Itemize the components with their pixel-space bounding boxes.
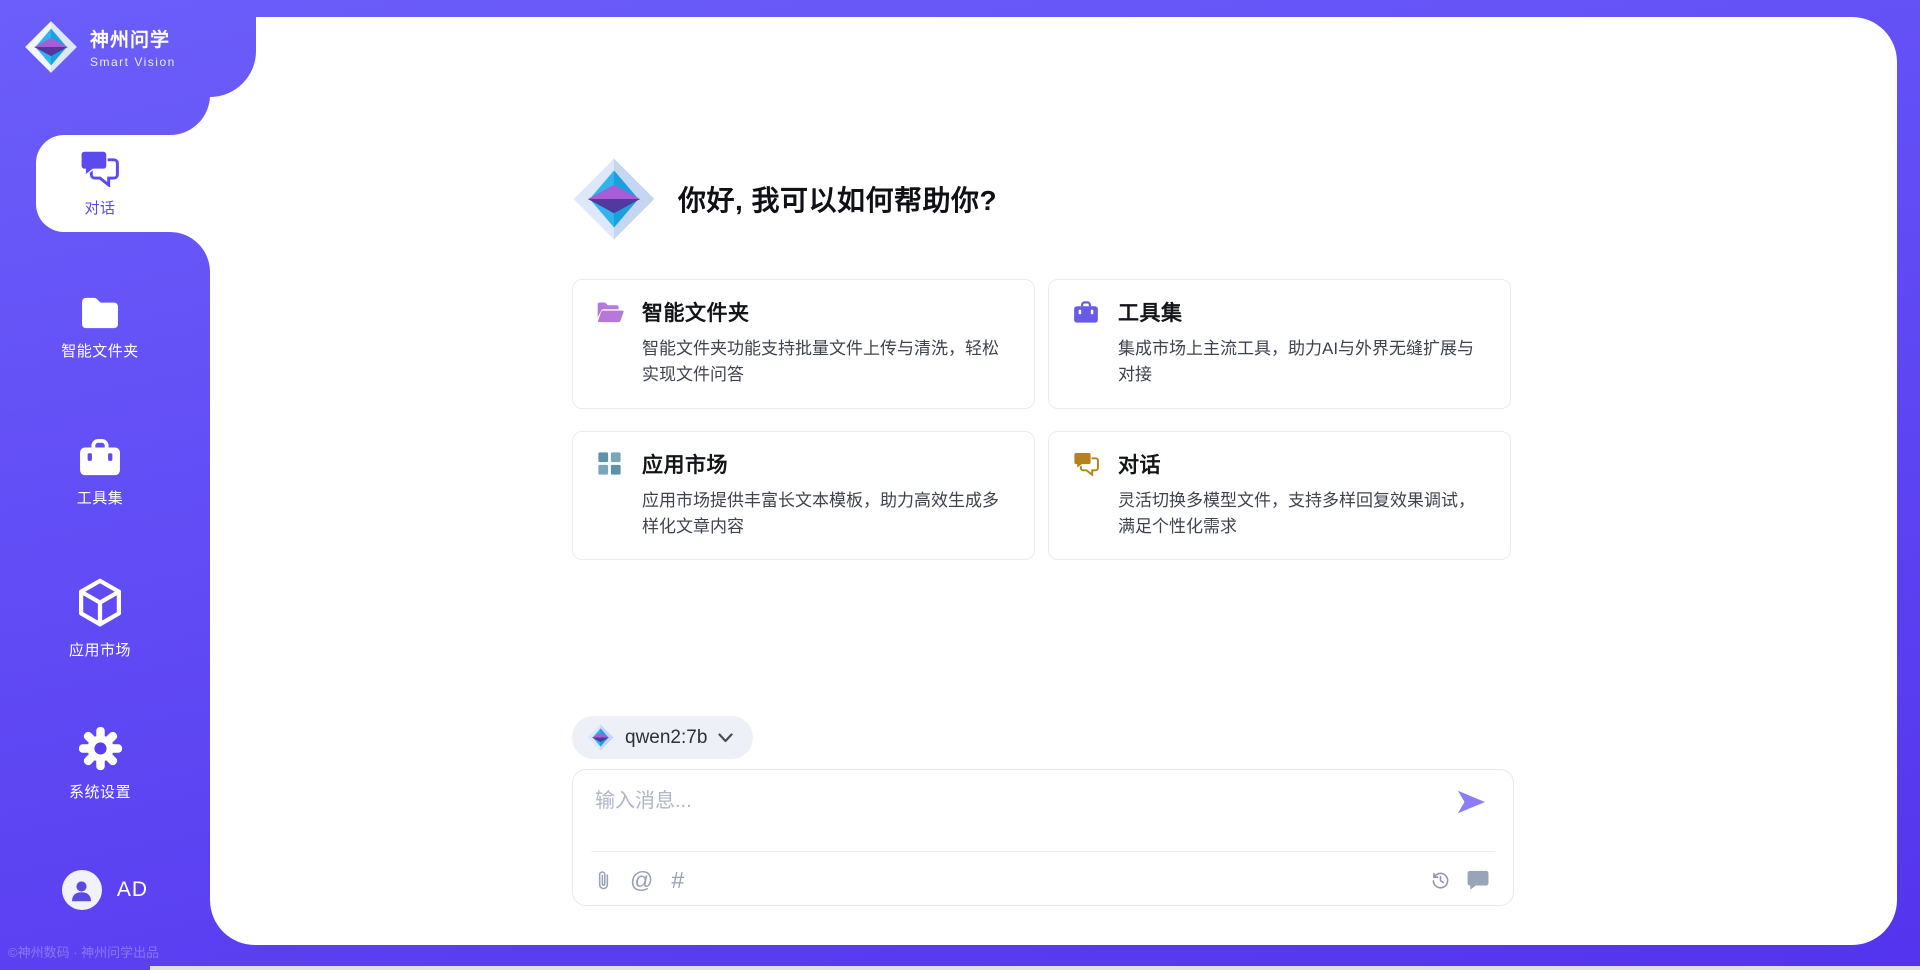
card-title: 应用市场 [642, 449, 728, 479]
brand: 神州问学 Smart Vision [24, 20, 176, 74]
greeting-title: 你好, 我可以如何帮助你? [678, 179, 997, 219]
sidebar-item-label: 智能文件夹 [61, 340, 139, 361]
sidebar-item-chat[interactable]: 对话 [0, 135, 200, 232]
card-description: 灵活切换多模型文件，支持多样回复效果调试，满足个性化需求 [1118, 488, 1486, 541]
paperclip-icon [595, 869, 612, 892]
brand-logo-icon [24, 20, 78, 74]
greeting-logo-icon [572, 157, 656, 241]
composer-divider [591, 851, 1495, 852]
folder-open-icon [597, 300, 624, 324]
sidebar-footer: ©神州数码 · 神州问学出品 [8, 942, 159, 961]
chat-icon [1073, 452, 1100, 476]
avatar [62, 870, 102, 910]
at-icon[interactable]: @ [630, 869, 653, 892]
feature-cards: 智能文件夹 智能文件夹功能支持批量文件上传与清洗，轻松实现文件问答 工具集 集成… [572, 279, 1511, 560]
folder-icon [79, 296, 121, 330]
grid-icon [597, 452, 624, 476]
user-profile[interactable]: AD [0, 870, 210, 910]
sidebar-item-settings[interactable]: 系统设置 [0, 715, 200, 812]
sidebar-item-label: 应用市场 [69, 639, 131, 660]
chat-bubble-icon [1467, 870, 1489, 890]
attach-button[interactable] [595, 869, 612, 892]
card-app-market[interactable]: 应用市场 应用市场提供丰富长文本模板，助力高效生成多样化文章内容 [572, 431, 1035, 561]
history-button[interactable] [1430, 870, 1451, 891]
sidebar-item-app-market[interactable]: 应用市场 [0, 570, 200, 667]
app-root: { "colors": { "background_gradient_start… [0, 0, 1920, 970]
cube-icon [77, 578, 123, 629]
model-name: qwen2:7b [625, 727, 707, 749]
card-description: 应用市场提供丰富长文本模板，助力高效生成多样化文章内容 [642, 488, 1010, 541]
active-tab-curve-bottom [170, 232, 210, 272]
card-description: 集成市场上主流工具，助力AI与外界无缝扩展与对接 [1118, 336, 1486, 389]
message-input-box: @ # [572, 769, 1514, 906]
toolbox-icon [1073, 300, 1100, 324]
card-toolset[interactable]: 工具集 集成市场上主流工具，助力AI与外界无缝扩展与对接 [1048, 279, 1511, 409]
feedback-button[interactable] [1467, 870, 1489, 890]
card-chat[interactable]: 对话 灵活切换多模型文件，支持多样回复效果调试，满足个性化需求 [1048, 431, 1511, 561]
diamond-logo-icon [587, 724, 614, 751]
sidebar-item-label: 系统设置 [69, 781, 131, 802]
main-panel: 你好, 我可以如何帮助你? 智能文件夹 智能文件夹功能支持批量文件上传与清洗，轻… [210, 17, 1897, 945]
sidebar-item-label: 工具集 [77, 487, 124, 508]
sidebar-item-smart-folder[interactable]: 智能文件夹 [0, 280, 200, 377]
sidebar-item-toolset[interactable]: 工具集 [0, 425, 200, 522]
card-description: 智能文件夹功能支持批量文件上传与清洗，轻松实现文件问答 [642, 336, 1010, 389]
active-tab-curve-top [170, 95, 210, 135]
card-title: 工具集 [1118, 297, 1183, 327]
greeting: 你好, 我可以如何帮助你? [572, 157, 997, 241]
send-icon [1455, 788, 1487, 816]
toolbox-icon [78, 439, 122, 477]
chat-icon [80, 150, 120, 187]
bottom-scrollbar[interactable] [150, 966, 1920, 970]
chevron-down-icon [718, 733, 733, 743]
card-title: 智能文件夹 [642, 297, 750, 327]
history-icon [1430, 870, 1451, 891]
brand-name: 神州问学 [90, 25, 176, 52]
message-input[interactable] [595, 784, 1443, 840]
brand-subtitle: Smart Vision [90, 55, 176, 69]
hash-icon[interactable]: # [671, 869, 684, 892]
send-button[interactable] [1455, 788, 1487, 816]
user-initials: AD [117, 878, 148, 902]
gear-icon [78, 726, 123, 771]
card-title: 对话 [1118, 449, 1161, 479]
sidebar-item-label: 对话 [84, 197, 115, 218]
person-icon [68, 877, 95, 904]
model-selector[interactable]: qwen2:7b [572, 716, 753, 759]
card-smart-folder[interactable]: 智能文件夹 智能文件夹功能支持批量文件上传与清洗，轻松实现文件问答 [572, 279, 1035, 409]
sidebar: 神州问学 Smart Vision 对话 智能文件夹 [0, 0, 210, 970]
